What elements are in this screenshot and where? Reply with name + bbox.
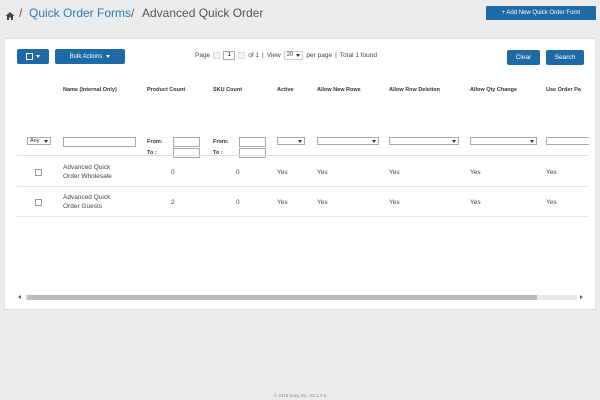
column-header-name[interactable]: Name (Internal Only) — [63, 87, 117, 93]
column-header-product-count[interactable]: Product Count — [147, 87, 185, 93]
caret-down-icon — [530, 139, 534, 143]
name-cell-line1: Advanced Quick — [63, 164, 111, 171]
allow-qty-change-cell: Yes — [470, 199, 481, 206]
home-icon[interactable] — [5, 8, 15, 20]
pager: Page of 1 | View 20 per page | Total 1 f… — [195, 50, 377, 60]
add-new-quick-order-form-button[interactable]: + Add New Quick Order Form — [486, 6, 596, 20]
product-count-to-input[interactable] — [173, 148, 200, 158]
allow-row-deletion-cell: Yes — [389, 199, 400, 206]
allow-row-deletion-cell: Yes — [389, 169, 400, 176]
data-grid: Name (Internal Only) Product Count SKU C… — [17, 77, 589, 293]
pager-divider: | — [335, 51, 337, 59]
column-header-allow-qty-change[interactable]: Allow Qty Change — [470, 87, 517, 93]
clear-button[interactable]: Clear — [507, 50, 540, 65]
caret-down-icon — [372, 139, 376, 143]
product-count-cell: 0 — [171, 169, 175, 176]
page-total-label: of 1 — [248, 51, 260, 59]
table-row[interactable]: Advanced Quick Order Wholesale 0 0 Yes Y… — [17, 159, 589, 187]
sku-count-cell: 0 — [236, 199, 240, 206]
caret-down-icon — [44, 139, 48, 143]
caret-down-icon — [298, 139, 302, 143]
pager-divider: | — [262, 51, 264, 59]
product-count-from-input[interactable] — [173, 137, 200, 147]
search-button[interactable]: Search — [546, 50, 584, 65]
per-page-label: per page — [306, 51, 333, 59]
scroll-left-icon[interactable] — [18, 295, 21, 299]
per-page-value: 20 — [286, 52, 294, 58]
breadcrumb-separator: / — [19, 6, 23, 20]
caret-down-icon — [452, 139, 456, 143]
active-cell: Yes — [277, 199, 288, 206]
page-title: Advanced Quick Order — [142, 6, 264, 20]
active-filter-select[interactable] — [277, 137, 305, 145]
row-checkbox[interactable] — [35, 169, 42, 176]
use-order-cell: Yes — [546, 199, 557, 206]
grid-toolbar: Bulk Actions Page of 1 | View 20 per pag… — [5, 39, 597, 75]
column-header-sku-count[interactable]: SKU Count — [213, 87, 242, 93]
name-cell-line1: Advanced Quick — [63, 194, 111, 201]
use-order-filter-select[interactable] — [546, 137, 589, 145]
total-found-label: Total 1 found — [339, 51, 378, 59]
bulk-actions-button[interactable]: Bulk Actions — [55, 49, 125, 64]
page-label: Page — [195, 51, 211, 59]
any-value: Any — [30, 138, 40, 144]
breadcrumb-separator: / — [131, 6, 135, 20]
allow-new-rows-filter-select[interactable] — [317, 137, 379, 145]
use-order-cell: Yes — [546, 169, 557, 176]
column-header-use-order[interactable]: Use Order Pa — [546, 87, 581, 93]
view-label: View — [266, 51, 281, 59]
sku-count-from-input[interactable] — [239, 137, 266, 147]
table-row[interactable]: Advanced Quick Order Guests 2 0 Yes Yes … — [17, 189, 589, 217]
column-header-allow-new-rows[interactable]: Allow New Rows — [317, 87, 361, 93]
next-page-button[interactable] — [238, 51, 246, 59]
sku-count-cell: 0 — [236, 169, 240, 176]
column-header-allow-row-deletion[interactable]: Allow Row Deletion — [389, 87, 440, 93]
column-header-active[interactable]: Active — [277, 87, 294, 93]
grid-panel: Bulk Actions Page of 1 | View 20 per pag… — [4, 38, 596, 310]
active-cell: Yes — [277, 169, 288, 176]
header-divider — [17, 155, 589, 156]
sku-count-to-input[interactable] — [239, 148, 266, 158]
bulk-actions-label: Bulk Actions — [69, 53, 103, 60]
name-cell-line2: Order Wholesale — [63, 173, 112, 180]
page-header: / Quick Order Forms / Advanced Quick Ord… — [0, 0, 600, 28]
footer-copyright: © 2016 Zoey Inc. V2.1.7-5 — [273, 393, 327, 398]
horizontal-scrollbar[interactable] — [17, 293, 585, 301]
scroll-right-icon[interactable] — [580, 295, 583, 299]
name-cell-line2: Order Guests — [63, 203, 103, 210]
prev-page-button[interactable] — [213, 51, 221, 59]
per-page-select[interactable]: 20 — [283, 50, 304, 60]
row-checkbox[interactable] — [35, 199, 42, 206]
allow-qty-change-cell: Yes — [470, 169, 481, 176]
caret-down-icon — [36, 55, 40, 58]
breadcrumb-quick-order-forms-link[interactable]: Quick Order Forms — [29, 6, 131, 20]
scroll-thumb[interactable] — [27, 295, 537, 300]
mass-select-filter[interactable]: Any — [27, 137, 51, 145]
allow-new-rows-cell: Yes — [317, 169, 328, 176]
product-count-cell: 2 — [171, 199, 175, 206]
allow-qty-change-filter-select[interactable] — [470, 137, 537, 145]
caret-down-icon — [106, 55, 111, 58]
name-filter-input[interactable] — [63, 137, 136, 147]
product-from-label: From: — [147, 139, 163, 145]
checkbox-icon — [26, 53, 33, 60]
allow-new-rows-cell: Yes — [317, 199, 328, 206]
page-input[interactable] — [223, 50, 236, 60]
caret-down-icon — [296, 53, 301, 57]
allow-row-deletion-filter-select[interactable] — [389, 137, 459, 145]
sku-from-label: From: — [213, 139, 229, 145]
mass-select-button[interactable] — [17, 49, 49, 64]
